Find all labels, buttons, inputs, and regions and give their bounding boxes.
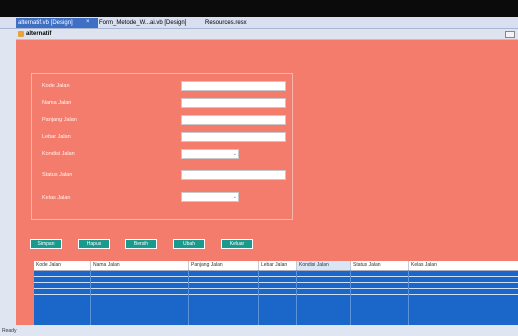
tab-label: Resources.resx <box>205 20 247 26</box>
label-nama-jalan: Nama Jalan <box>42 100 72 106</box>
minimize-icon[interactable] <box>505 31 515 38</box>
ide-window: alternatif.vb [Design] × Form_Metode_W..… <box>0 17 518 336</box>
ubah-button[interactable]: Ubah <box>173 239 205 249</box>
kelas-jalan-select[interactable]: ⌄ <box>181 192 239 202</box>
lebar-jalan-input[interactable] <box>181 132 286 142</box>
column-header-lebar-jalan[interactable]: Lebar Jalan <box>258 261 296 270</box>
tab-label: Form_Metode_W...ai.vb [Design] <box>99 20 187 26</box>
table-row[interactable] <box>34 289 518 295</box>
grid-header: Kode Jalan Nama Jalan Panjang Jalan Leba… <box>34 261 518 271</box>
chevron-down-icon[interactable]: ⌄ <box>233 193 237 201</box>
label-kelas-jalan: Kelas Jalan <box>42 195 71 201</box>
panjang-jalan-input[interactable] <box>181 115 286 125</box>
form-icon <box>18 31 24 37</box>
status-bar: Ready <box>0 325 518 336</box>
column-header-kelas-jalan[interactable]: Kelas Jalan <box>408 261 518 270</box>
close-icon[interactable]: × <box>86 18 90 27</box>
nama-jalan-input[interactable] <box>181 98 286 108</box>
label-status-jalan: Status Jalan <box>42 172 73 178</box>
form-title-bar: alternatif <box>16 29 518 40</box>
label-kondisi-jalan: Kondisi Jalan <box>42 151 75 157</box>
label-panjang-jalan: Panjang Jalan <box>42 117 77 123</box>
kondisi-jalan-select[interactable]: ⌄ <box>181 149 239 159</box>
keluar-button[interactable]: Keluar <box>221 239 253 249</box>
column-header-nama-jalan[interactable]: Nama Jalan <box>90 261 188 270</box>
chevron-down-icon[interactable]: ⌄ <box>233 150 237 158</box>
column-header-panjang-jalan[interactable]: Panjang Jalan <box>188 261 258 270</box>
column-header-kode-jalan[interactable]: Kode Jalan <box>34 261 90 270</box>
form-body: Kode Jalan Nama Jalan Panjang Jalan Leba… <box>16 40 518 336</box>
tab-resources-resx[interactable]: Resources.resx <box>203 18 249 28</box>
hapus-button[interactable]: Hapus <box>78 239 110 249</box>
form-title: alternatif <box>26 31 52 37</box>
simpan-button[interactable]: Simpan <box>30 239 62 249</box>
column-header-kondisi-jalan[interactable]: Kondisi Jalan <box>296 261 350 270</box>
label-kode-jalan: Kode Jalan <box>42 83 70 89</box>
bersih-button[interactable]: Bersih <box>125 239 157 249</box>
kode-jalan-input[interactable] <box>181 81 286 91</box>
tab-label: alternatif.vb [Design] <box>18 20 73 26</box>
designer-surface: alternatif Kode Jalan Nama Jalan Panjang… <box>16 29 518 336</box>
status-jalan-input[interactable] <box>181 170 286 180</box>
column-header-status-jalan[interactable]: Status Jalan <box>350 261 408 270</box>
tab-form-metode-design[interactable]: Form_Metode_W...ai.vb [Design] <box>97 18 188 28</box>
status-text: Ready <box>2 328 17 334</box>
label-lebar-jalan: Lebar Jalan <box>42 134 71 140</box>
input-groupbox: Kode Jalan Nama Jalan Panjang Jalan Leba… <box>31 73 293 220</box>
document-tab-strip: alternatif.vb [Design] × Form_Metode_W..… <box>0 17 518 29</box>
